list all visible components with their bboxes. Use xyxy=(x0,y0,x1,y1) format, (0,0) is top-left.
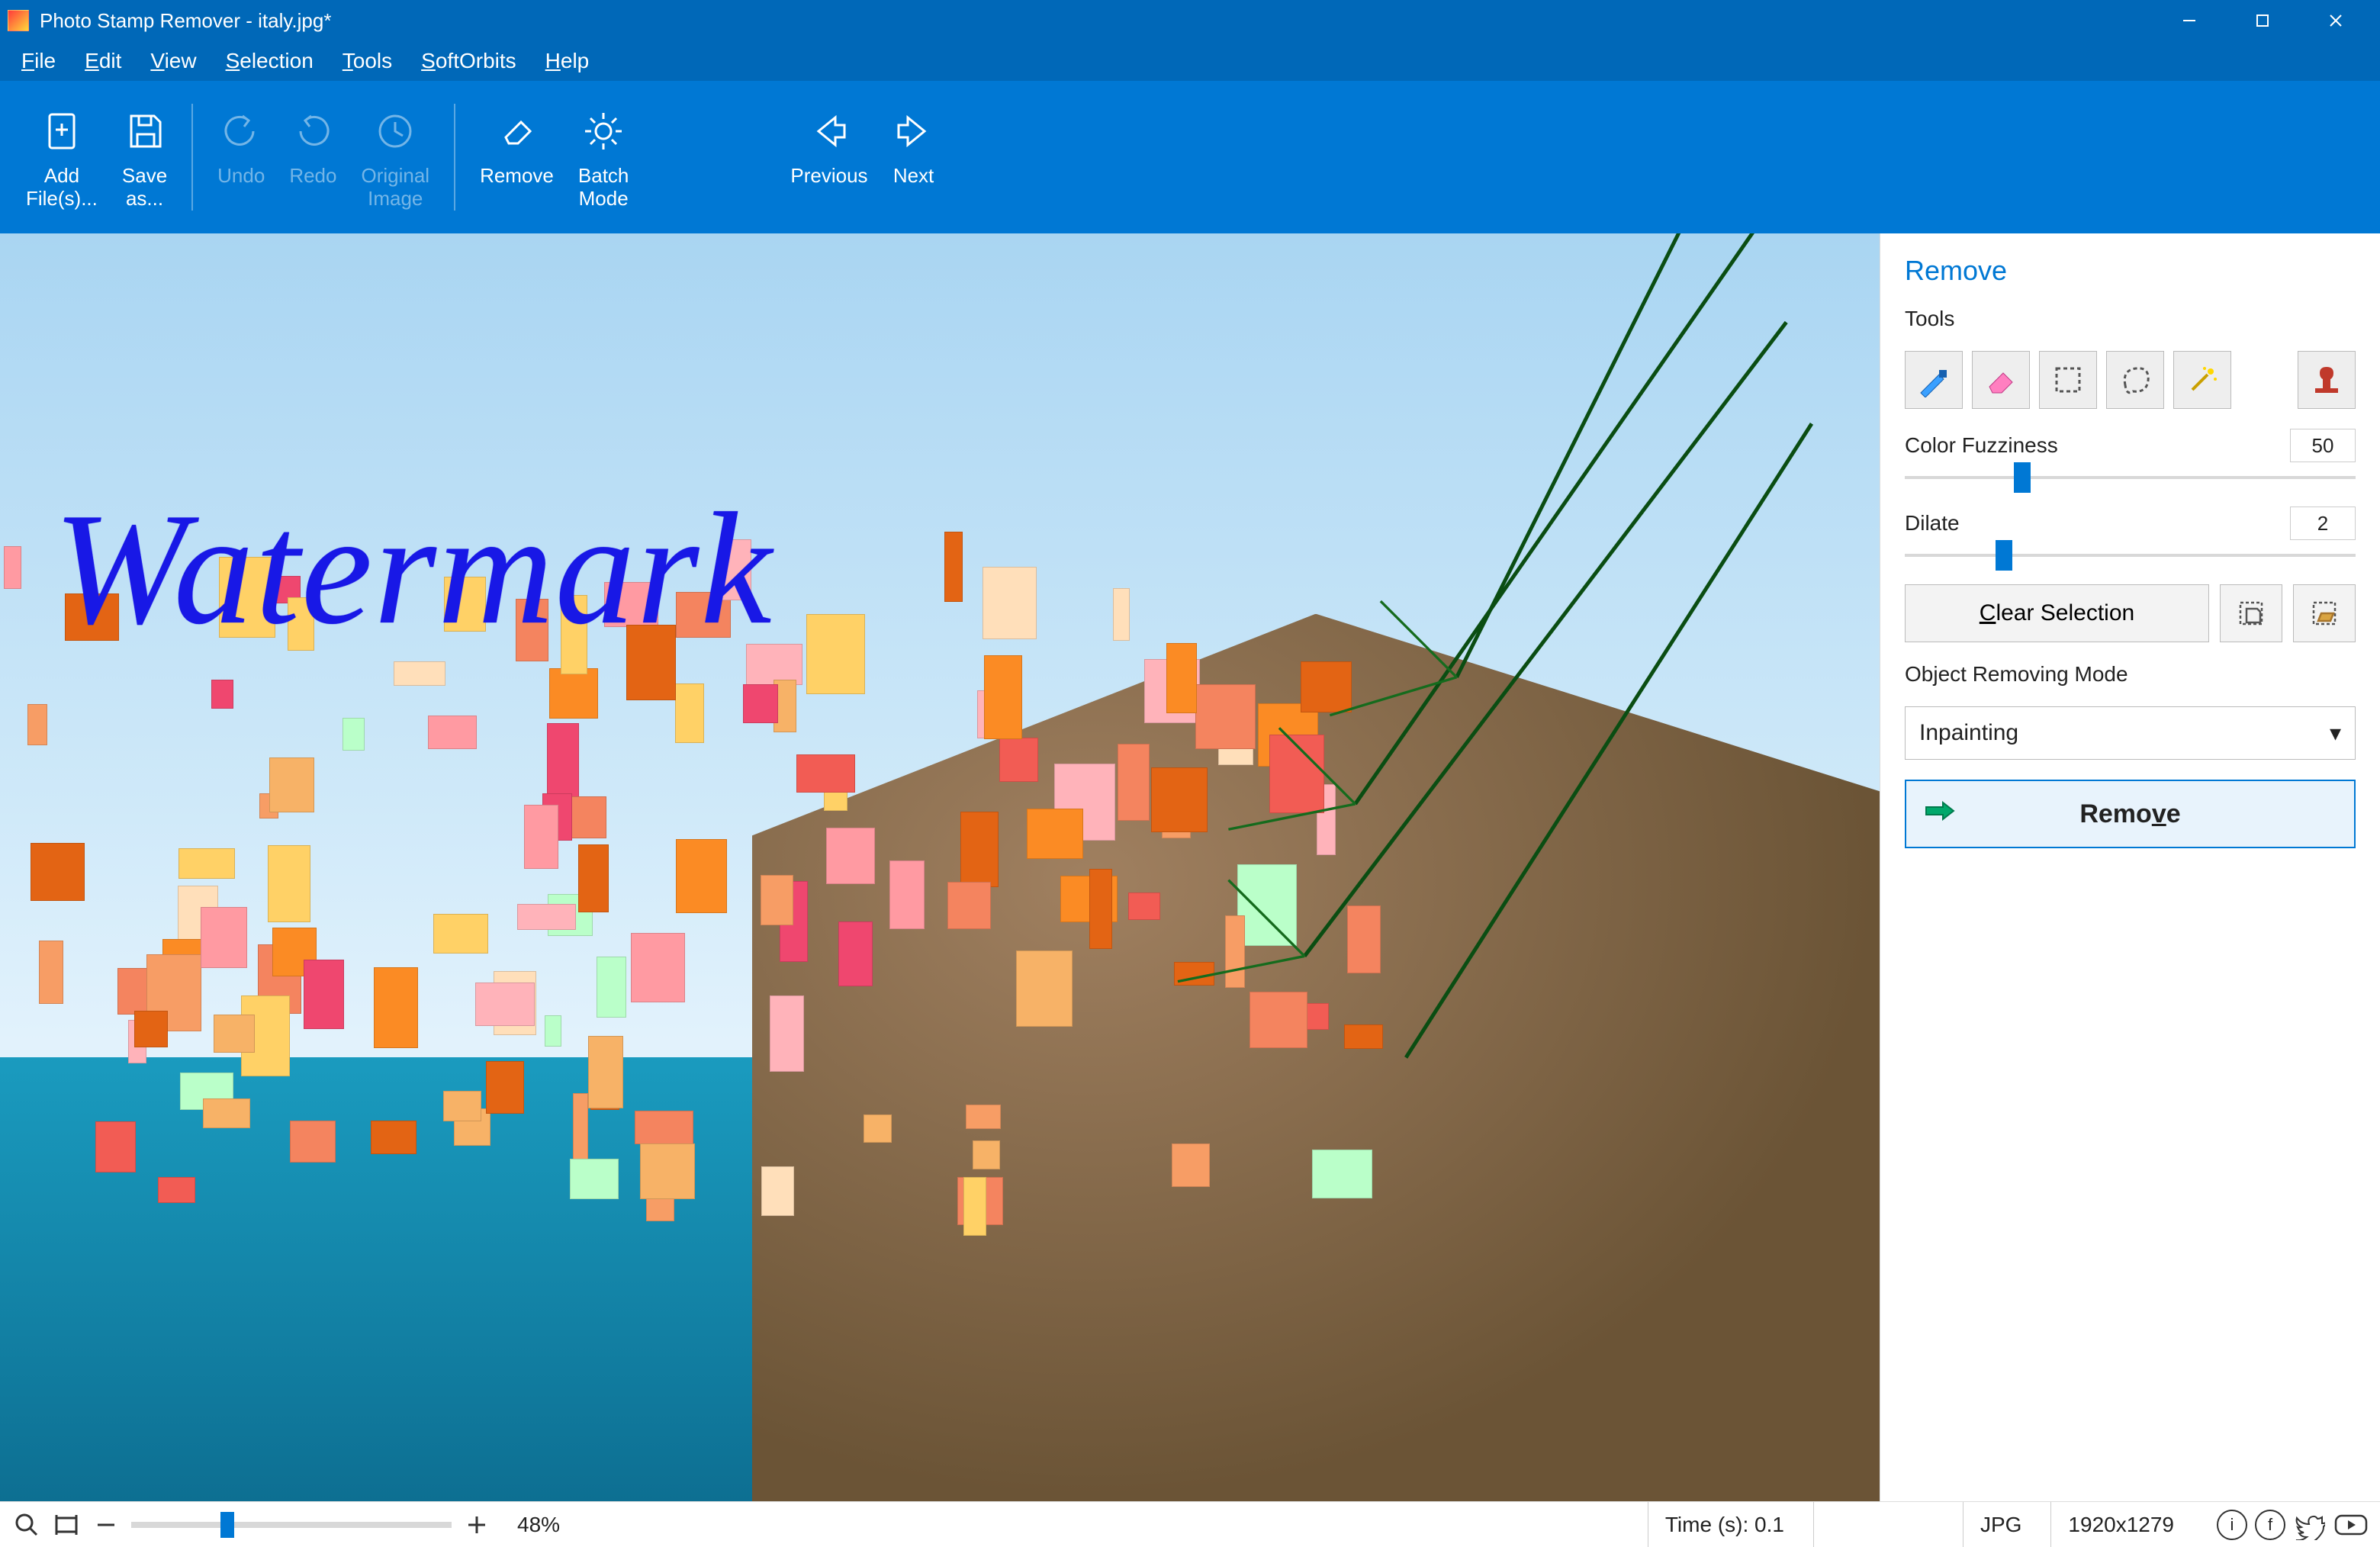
color-fuzziness-label: Color Fuzziness xyxy=(1905,433,2058,458)
menu-view[interactable]: View xyxy=(150,49,196,73)
color-fuzziness-value[interactable]: 50 xyxy=(2290,429,2356,462)
save-selection-button[interactable] xyxy=(2220,584,2282,642)
panel-heading: Remove xyxy=(1905,255,2356,287)
arrow-left-icon xyxy=(808,104,851,159)
menu-selection[interactable]: Selection xyxy=(226,49,314,73)
arrow-right-icon xyxy=(892,104,935,159)
rectangle-select-tool[interactable] xyxy=(2039,351,2097,409)
load-selection-button[interactable] xyxy=(2293,584,2356,642)
tool-row xyxy=(1905,351,2356,409)
toolbar-label: Previous xyxy=(790,165,867,188)
file-plus-icon xyxy=(40,104,83,159)
object-removing-mode-label: Object Removing Mode xyxy=(1905,662,2356,687)
remove-button[interactable]: Remove xyxy=(468,96,566,218)
statusbar: 48% Time (s): 0.1 JPG 1920x1279 i f xyxy=(0,1501,2380,1547)
stamp-tool[interactable] xyxy=(2298,351,2356,409)
tools-label: Tools xyxy=(1905,307,2356,331)
mode-select-value: Inpainting xyxy=(1919,720,2018,746)
image-canvas[interactable]: Watermark xyxy=(0,233,1880,1501)
maximize-button[interactable] xyxy=(2226,0,2299,41)
remove-action-button[interactable]: Remove xyxy=(1905,780,2356,848)
marker-tool[interactable] xyxy=(1905,351,1963,409)
undo-button: Undo xyxy=(205,96,277,218)
dimensions-label: 1920x1279 xyxy=(2050,1502,2191,1547)
gear-icon xyxy=(582,104,625,159)
magic-wand-tool[interactable] xyxy=(2173,351,2231,409)
close-button[interactable] xyxy=(2299,0,2372,41)
zoom-percent-label: 48% xyxy=(517,1513,560,1537)
save-as-button[interactable]: Saveas... xyxy=(110,96,179,218)
clear-selection-button[interactable]: Clear Selection xyxy=(1905,584,2209,642)
redo-button: Redo xyxy=(277,96,349,218)
menubar: File Edit View Selection Tools SoftOrbit… xyxy=(0,41,2380,81)
zoom-fit-button[interactable] xyxy=(52,1510,81,1539)
format-label: JPG xyxy=(1963,1502,2038,1547)
menu-file[interactable]: File xyxy=(21,49,56,73)
color-fuzziness-slider[interactable] xyxy=(1905,468,2356,487)
titlebar: Photo Stamp Remover - italy.jpg* xyxy=(0,0,2380,41)
mode-select[interactable]: Inpainting ▾ xyxy=(1905,706,2356,760)
youtube-icon[interactable] xyxy=(2334,1510,2368,1540)
history-icon xyxy=(374,104,416,159)
zoom-slider[interactable] xyxy=(131,1522,452,1528)
toolbar-label: Redo xyxy=(289,165,336,188)
toolbar-label: OriginalImage xyxy=(361,165,429,211)
save-icon xyxy=(124,104,166,159)
lasso-tool[interactable] xyxy=(2106,351,2164,409)
chevron-down-icon: ▾ xyxy=(2330,720,2341,747)
info-icon[interactable]: i xyxy=(2217,1510,2247,1540)
window-title: Photo Stamp Remover - italy.jpg* xyxy=(40,9,2153,33)
menu-tools[interactable]: Tools xyxy=(343,49,392,73)
toolbar-label: AddFile(s)... xyxy=(26,165,98,211)
menu-softorbits[interactable]: SoftOrbits xyxy=(421,49,516,73)
image-display: Watermark xyxy=(0,233,1880,1501)
eraser-icon xyxy=(495,104,538,159)
toolbar: AddFile(s)... Saveas... Undo Redo Origin… xyxy=(0,81,2380,233)
dilate-label: Dilate xyxy=(1905,511,1960,536)
next-button[interactable]: Next xyxy=(880,96,947,218)
toolbar-separator xyxy=(454,104,455,211)
zoom-actual-button[interactable] xyxy=(12,1510,41,1539)
dilate-slider[interactable] xyxy=(1905,546,2356,564)
zoom-in-button[interactable] xyxy=(462,1510,491,1539)
arrow-right-icon xyxy=(1925,799,1955,829)
zoom-out-button[interactable] xyxy=(92,1510,121,1539)
status-empty xyxy=(1813,1502,1951,1547)
undo-icon xyxy=(220,104,262,159)
eraser-tool[interactable] xyxy=(1972,351,2030,409)
toolbar-label: BatchMode xyxy=(578,165,629,211)
side-panel: Remove Tools Color Fuzziness 50 xyxy=(1880,233,2380,1501)
time-label: Time (s): 0.1 xyxy=(1648,1502,1801,1547)
toolbar-label: Saveas... xyxy=(122,165,167,211)
add-files-button[interactable]: AddFile(s)... xyxy=(14,96,110,218)
minimize-button[interactable] xyxy=(2153,0,2226,41)
twitter-icon[interactable] xyxy=(2293,1510,2327,1540)
toolbar-label: Remove xyxy=(480,165,554,188)
redo-icon xyxy=(291,104,334,159)
facebook-icon[interactable]: f xyxy=(2255,1510,2285,1540)
dilate-value[interactable]: 2 xyxy=(2290,507,2356,540)
toolbar-separator xyxy=(191,104,193,211)
original-image-button: OriginalImage xyxy=(349,96,442,218)
menu-help[interactable]: Help xyxy=(545,49,590,73)
app-icon xyxy=(8,10,29,31)
batch-mode-button[interactable]: BatchMode xyxy=(566,96,642,218)
remove-action-label: Remove xyxy=(2079,799,2180,829)
toolbar-label: Undo xyxy=(217,165,265,188)
toolbar-label: Next xyxy=(893,165,934,188)
previous-button[interactable]: Previous xyxy=(778,96,880,218)
watermark-text: Watermark xyxy=(53,478,774,661)
menu-edit[interactable]: Edit xyxy=(85,49,121,73)
